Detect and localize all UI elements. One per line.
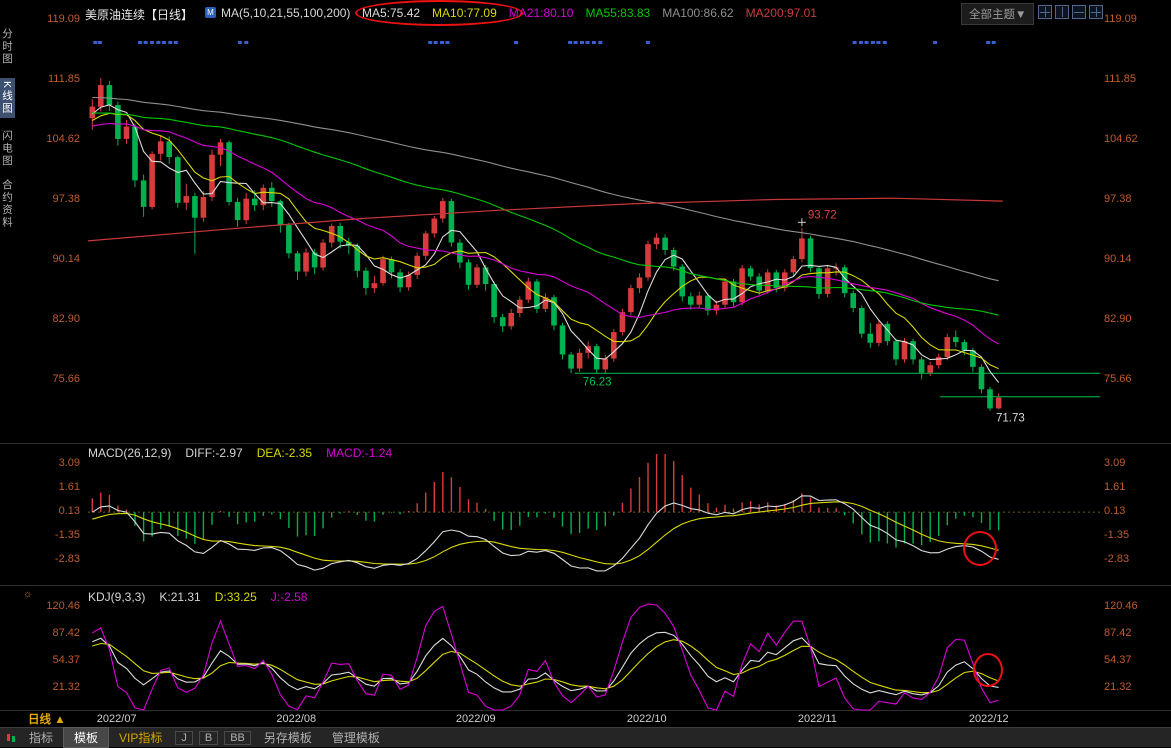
vertical-split-layout-icon[interactable] (1055, 5, 1069, 19)
toolbar-item-bb[interactable]: BB (224, 731, 251, 745)
macd-header-label: MACD(26,12,9) (88, 446, 171, 460)
ma-value-label: MA21:80.10 (509, 6, 574, 20)
toolbar-item-b[interactable]: B (199, 731, 218, 745)
toolbar-item-manage-template[interactable]: 管理模板 (322, 729, 390, 746)
kdj-header-label: J:-2.58 (271, 590, 308, 604)
toolbar-item-indicators[interactable]: 指标 (19, 729, 63, 746)
kdj-header-label: KDJ(9,3,3) (88, 590, 145, 604)
window-layout-buttons (1038, 5, 1103, 19)
hand-drawn-circle-annotation (973, 653, 1003, 687)
kdj-header-label: D:33.25 (215, 590, 257, 604)
ma-value-label: MA5:75.42 (362, 6, 420, 20)
symbol-title: 美原油连续【日线】 (85, 6, 193, 23)
trading-terminal: 119.09119.09111.85111.85104.62104.6297.3… (0, 0, 1171, 747)
sidebar-item-kline-chart[interactable]: K线图 (0, 78, 15, 118)
kdj-header-label: K:21.31 (159, 590, 200, 604)
kline-mini-icon (7, 733, 16, 742)
horizontal-split-layout-icon[interactable] (1072, 5, 1086, 19)
sidebar-item-flash-chart[interactable]: 闪电图 (0, 130, 15, 168)
ma-value-label: MA10:77.09 (432, 6, 497, 20)
period-label[interactable]: 日线 ▲ (28, 711, 66, 727)
ma-value-label: MA100:86.62 (662, 6, 733, 20)
ma-params-label: MA(5,10,21,55,100,200) (221, 6, 350, 20)
quad-layout-icon[interactable] (1038, 5, 1052, 19)
single-layout-icon[interactable] (1089, 5, 1103, 19)
left-sidebar: 分时图 K线图闪电图合约资料 (0, 28, 15, 229)
theme-dropdown[interactable]: 全部主题▼ (961, 3, 1034, 25)
hud-overlay: 美原油连续【日线】 M MA(5,10,21,55,100,200) MA5:7… (0, 0, 1171, 747)
bottom-toolbar: 指标模板VIP指标JBBB另存模板管理模板 (0, 727, 1171, 747)
toolbar-item-templates[interactable]: 模板 (63, 727, 109, 748)
macd-header-label: MACD:-1.24 (326, 446, 392, 460)
toolbar-items: 指标模板VIP指标JBBB另存模板管理模板 (19, 728, 390, 747)
sidebar-item-time-chart[interactable]: 分时图 (0, 28, 15, 66)
macd-header-label: DIFF:-2.97 (185, 446, 242, 460)
toolbar-item-vip-indicators[interactable]: VIP指标 (109, 729, 172, 746)
sidebar-item-contract-info[interactable]: 合约资料 (0, 179, 15, 229)
toolbar-item-save-template[interactable]: 另存模板 (254, 729, 322, 746)
macd-header: MACD(26,12,9) DIFF:-2.97 DEA:-2.35 MACD:-1.… (88, 446, 392, 460)
ma-badge-icon: M (205, 7, 216, 18)
ma-value-label: MA200:97.01 (746, 6, 817, 20)
toolbar-item-j[interactable]: J (175, 731, 193, 745)
ma-values-group: MA5:75.42 MA10:77.09 MA21:80.10 MA55:83.83 M… (362, 6, 817, 20)
hand-drawn-circle-annotation (963, 531, 997, 566)
macd-header-label: DEA:-2.35 (257, 446, 312, 460)
kdj-header: KDJ(9,3,3) K:21.31 D:33.25 J:-2.58 (88, 590, 307, 604)
ma-value-label: MA55:83.83 (585, 6, 650, 20)
panel-settings-icon[interactable]: ☼ (23, 589, 32, 600)
